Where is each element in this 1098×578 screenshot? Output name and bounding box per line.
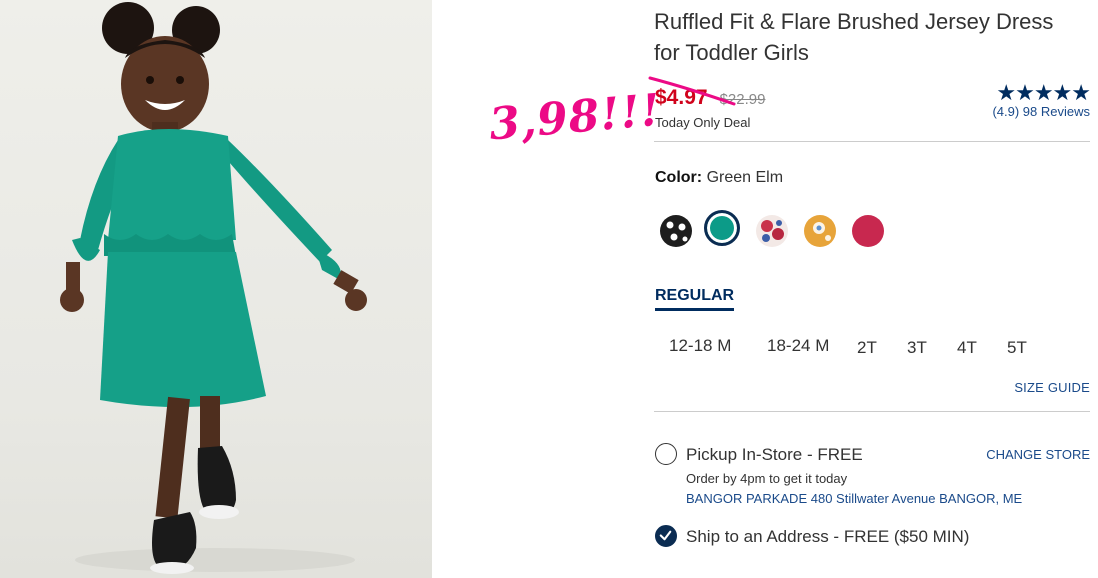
change-store-link[interactable]: CHANGE STORE bbox=[986, 447, 1090, 462]
dress-skirt bbox=[100, 252, 266, 408]
pickup-radio[interactable] bbox=[655, 443, 677, 465]
floor-shadow bbox=[75, 548, 355, 572]
swatch-black-dot[interactable] bbox=[660, 215, 692, 247]
size-option[interactable]: 2T bbox=[857, 338, 877, 358]
product-photo-illustration bbox=[60, 2, 367, 574]
divider bbox=[654, 411, 1090, 412]
hand-right bbox=[345, 289, 367, 311]
checkmark-icon bbox=[659, 530, 672, 541]
swatch-raspberry[interactable] bbox=[852, 215, 884, 247]
size-option[interactable]: 5T bbox=[1007, 338, 1027, 358]
price-strike-mark bbox=[648, 76, 736, 106]
leg-left bbox=[155, 396, 190, 519]
size-option[interactable]: 4T bbox=[957, 338, 977, 358]
swatch-floral-yellow[interactable] bbox=[804, 215, 836, 247]
color-label: Color: Green Elm bbox=[655, 169, 783, 187]
ship-radio[interactable] bbox=[655, 525, 677, 547]
size-option[interactable]: 3T bbox=[907, 338, 927, 358]
swatch-green-elm[interactable] bbox=[704, 210, 740, 246]
shoe-right bbox=[197, 446, 236, 516]
ship-label: Ship to an Address - FREE ($50 MIN) bbox=[686, 527, 970, 546]
floral-pattern-icon bbox=[761, 220, 784, 242]
floral-pattern-icon bbox=[813, 222, 831, 241]
handwritten-price-annotation: 3,98!!! bbox=[487, 84, 664, 151]
store-address-link[interactable]: BANGOR PARKADE 480 Stillwater Avenue BAN… bbox=[686, 491, 1022, 506]
dress-bodice bbox=[108, 129, 236, 240]
color-value: Green Elm bbox=[706, 169, 784, 186]
swatch-floral-red[interactable] bbox=[756, 215, 788, 247]
product-image[interactable] bbox=[0, 0, 432, 578]
product-title: Ruffled Fit & Flare Brushed Jersey Dress… bbox=[654, 9, 1054, 65]
tab-regular[interactable]: REGULAR bbox=[655, 287, 735, 311]
pickup-subtext: Order by 4pm to get it today bbox=[686, 471, 848, 486]
size-option[interactable]: 18-24 M bbox=[767, 336, 829, 356]
divider bbox=[654, 141, 1090, 142]
size-option[interactable]: 12-18 M bbox=[669, 336, 731, 356]
rating[interactable]: ★★★★★ (4.9) 98 Reviews bbox=[992, 80, 1091, 120]
star-rating-icon: ★★★★★ bbox=[996, 80, 1091, 105]
size-guide-link[interactable]: SIZE GUIDE bbox=[1014, 380, 1090, 395]
reviews-link[interactable]: (4.9) 98 Reviews bbox=[992, 104, 1090, 119]
pickup-label: Pickup In-Store - FREE bbox=[686, 445, 863, 464]
dot-pattern-icon bbox=[666, 221, 688, 242]
color-label-key: Color: bbox=[655, 169, 703, 186]
deal-label: Today Only Deal bbox=[655, 115, 751, 130]
